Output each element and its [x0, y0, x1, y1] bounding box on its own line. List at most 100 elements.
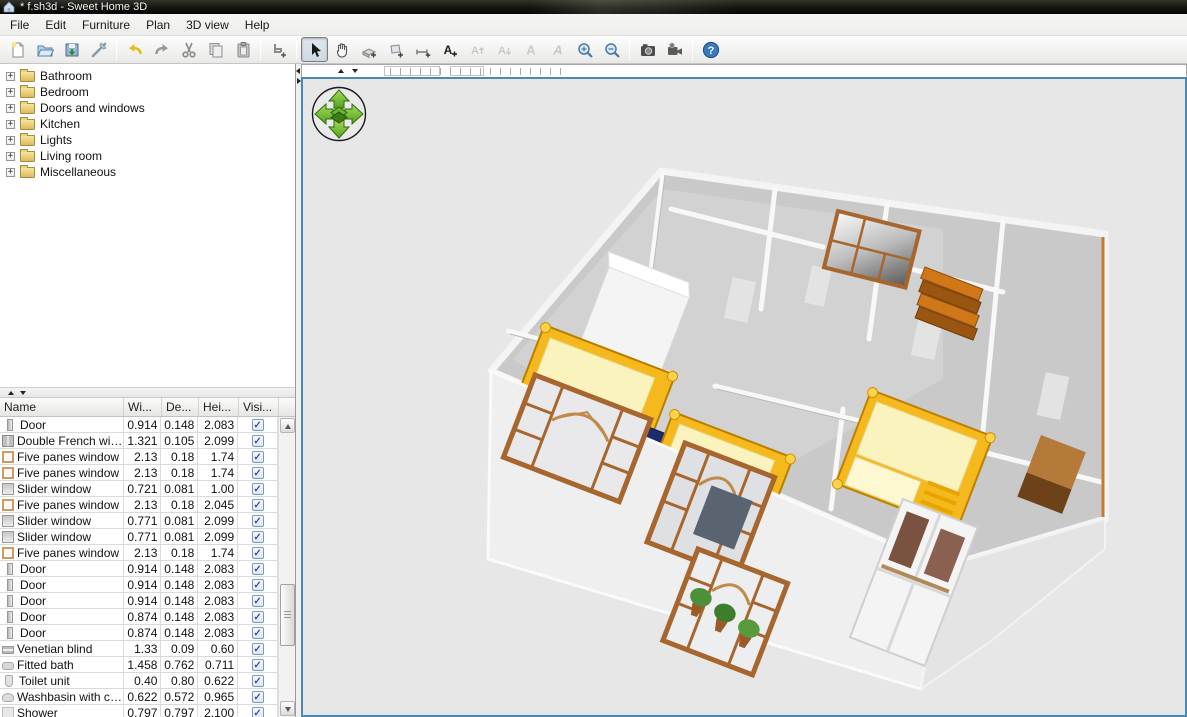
preferences-button[interactable] — [85, 37, 112, 62]
tree-category-living-room[interactable]: +Living room — [0, 148, 295, 164]
add-text-button[interactable]: A — [436, 37, 463, 62]
table-row[interactable]: Door0.9140.1482.083✓ — [0, 577, 278, 593]
table-row[interactable]: Door0.9140.1482.083✓ — [0, 593, 278, 609]
visible-checkbox[interactable]: ✓ — [252, 451, 264, 463]
scroll-up-button[interactable] — [280, 418, 295, 433]
table-row[interactable]: Door0.9140.1482.083✓ — [0, 417, 278, 433]
menu-item-edit[interactable]: Edit — [37, 15, 74, 35]
tree-expander-icon[interactable]: + — [6, 72, 15, 81]
pan-button[interactable] — [328, 37, 355, 62]
open-button[interactable] — [31, 37, 58, 62]
tree-category-doors-and-windows[interactable]: +Doors and windows — [0, 100, 295, 116]
visible-checkbox[interactable]: ✓ — [252, 547, 264, 559]
collapse-left-icon[interactable] — [296, 68, 300, 74]
table-row[interactable]: Five panes window2.130.182.045✓ — [0, 497, 278, 513]
column-header-visible[interactable]: Visi... — [239, 398, 279, 416]
3d-navigation-compass[interactable] — [310, 85, 368, 143]
tree-expander-icon[interactable]: + — [6, 152, 15, 161]
save-button[interactable] — [58, 37, 85, 62]
redo-button[interactable] — [148, 37, 175, 62]
visible-checkbox[interactable]: ✓ — [252, 499, 264, 511]
visible-checkbox[interactable]: ✓ — [252, 627, 264, 639]
visible-checkbox[interactable]: ✓ — [252, 579, 264, 591]
tree-category-bedroom[interactable]: +Bedroom — [0, 84, 295, 100]
visible-checkbox[interactable]: ✓ — [252, 675, 264, 687]
tree-expander-icon[interactable]: + — [6, 168, 15, 177]
visible-checkbox[interactable]: ✓ — [252, 611, 264, 623]
table-row[interactable]: Slider window0.7710.0812.099✓ — [0, 529, 278, 545]
photo-button[interactable] — [634, 37, 661, 62]
tree-expander-icon[interactable]: + — [6, 120, 15, 129]
table-row[interactable]: Shower0.7970.7972.100✓ — [0, 705, 278, 717]
cut-button[interactable] — [175, 37, 202, 62]
copy-button[interactable] — [202, 37, 229, 62]
furniture-list-scrollbar[interactable] — [278, 417, 295, 717]
zoom-out-button[interactable] — [598, 37, 625, 62]
tree-category-kitchen[interactable]: +Kitchen — [0, 116, 295, 132]
tree-expander-icon[interactable]: + — [6, 136, 15, 145]
visible-checkbox[interactable]: ✓ — [252, 691, 264, 703]
visible-checkbox[interactable]: ✓ — [252, 707, 264, 717]
horizontal-splitter[interactable] — [0, 388, 295, 398]
plan-view-collapsed[interactable] — [301, 64, 1187, 77]
menu-item-help[interactable]: Help — [237, 15, 278, 35]
help-button[interactable]: ? — [697, 37, 724, 62]
scroll-down-button[interactable] — [280, 701, 295, 716]
collapse-up-icon[interactable] — [8, 391, 14, 395]
zoom-in-button[interactable] — [571, 37, 598, 62]
tree-expander-icon[interactable]: + — [6, 88, 15, 97]
3d-view[interactable] — [301, 77, 1187, 717]
scrollbar-thumb[interactable] — [280, 584, 295, 646]
visible-checkbox[interactable]: ✓ — [252, 563, 264, 575]
add-furniture-button[interactable] — [265, 37, 292, 62]
column-header-width[interactable]: Wi... — [124, 398, 162, 416]
visible-checkbox[interactable]: ✓ — [252, 531, 264, 543]
table-row[interactable]: Venetian blind1.330.090.60✓ — [0, 641, 278, 657]
video-button[interactable] — [661, 37, 688, 62]
visible-checkbox[interactable]: ✓ — [252, 515, 264, 527]
table-row[interactable]: Door0.8740.1482.083✓ — [0, 625, 278, 641]
visible-checkbox[interactable]: ✓ — [252, 659, 264, 671]
undo-button[interactable] — [121, 37, 148, 62]
table-row[interactable]: Washbasin with ca...0.6220.5720.965✓ — [0, 689, 278, 705]
table-row[interactable]: Five panes window2.130.181.74✓ — [0, 545, 278, 561]
table-row[interactable]: Door0.9140.1482.083✓ — [0, 561, 278, 577]
menu-item-file[interactable]: File — [2, 15, 37, 35]
table-row[interactable]: Door0.8740.1482.083✓ — [0, 609, 278, 625]
title-bar[interactable]: * f.sh3d - Sweet Home 3D — [0, 0, 1187, 14]
visible-checkbox[interactable]: ✓ — [252, 419, 264, 431]
window-title: * f.sh3d - Sweet Home 3D — [20, 1, 147, 13]
column-header-name[interactable]: Name — [0, 398, 124, 416]
visible-checkbox[interactable]: ✓ — [252, 595, 264, 607]
table-row[interactable]: Five panes window2.130.181.74✓ — [0, 465, 278, 481]
collapse-up-icon[interactable] — [338, 69, 344, 73]
table-row[interactable]: Slider window0.7710.0812.099✓ — [0, 513, 278, 529]
table-row[interactable]: Slider window0.7210.0811.00✓ — [0, 481, 278, 497]
new-file-button[interactable] — [4, 37, 31, 62]
furniture-width-cell: 0.914 — [124, 417, 162, 432]
collapse-down-icon[interactable] — [352, 69, 358, 73]
tree-category-bathroom[interactable]: +Bathroom — [0, 68, 295, 84]
create-dimensions-button[interactable] — [409, 37, 436, 62]
create-rooms-button[interactable] — [382, 37, 409, 62]
menu-item-furniture[interactable]: Furniture — [74, 15, 138, 35]
visible-checkbox[interactable]: ✓ — [252, 467, 264, 479]
table-row[interactable]: Toilet unit0.400.800.622✓ — [0, 673, 278, 689]
table-row[interactable]: Five panes window2.130.181.74✓ — [0, 449, 278, 465]
select-button[interactable] — [301, 37, 328, 62]
tree-category-miscellaneous[interactable]: +Miscellaneous — [0, 164, 295, 180]
tree-expander-icon[interactable]: + — [6, 104, 15, 113]
column-header-height[interactable]: Hei... — [199, 398, 239, 416]
visible-checkbox[interactable]: ✓ — [252, 435, 264, 447]
menu-item-plan[interactable]: Plan — [138, 15, 178, 35]
create-walls-button[interactable] — [355, 37, 382, 62]
paste-button[interactable] — [229, 37, 256, 62]
collapse-down-icon[interactable] — [20, 391, 26, 395]
visible-checkbox[interactable]: ✓ — [252, 643, 264, 655]
table-row[interactable]: Double French win...1.3210.1052.099✓ — [0, 433, 278, 449]
tree-category-lights[interactable]: +Lights — [0, 132, 295, 148]
column-header-depth[interactable]: De... — [162, 398, 199, 416]
table-row[interactable]: Fitted bath1.4580.7620.711✓ — [0, 657, 278, 673]
visible-checkbox[interactable]: ✓ — [252, 483, 264, 495]
menu-item-3d-view[interactable]: 3D view — [178, 15, 237, 35]
